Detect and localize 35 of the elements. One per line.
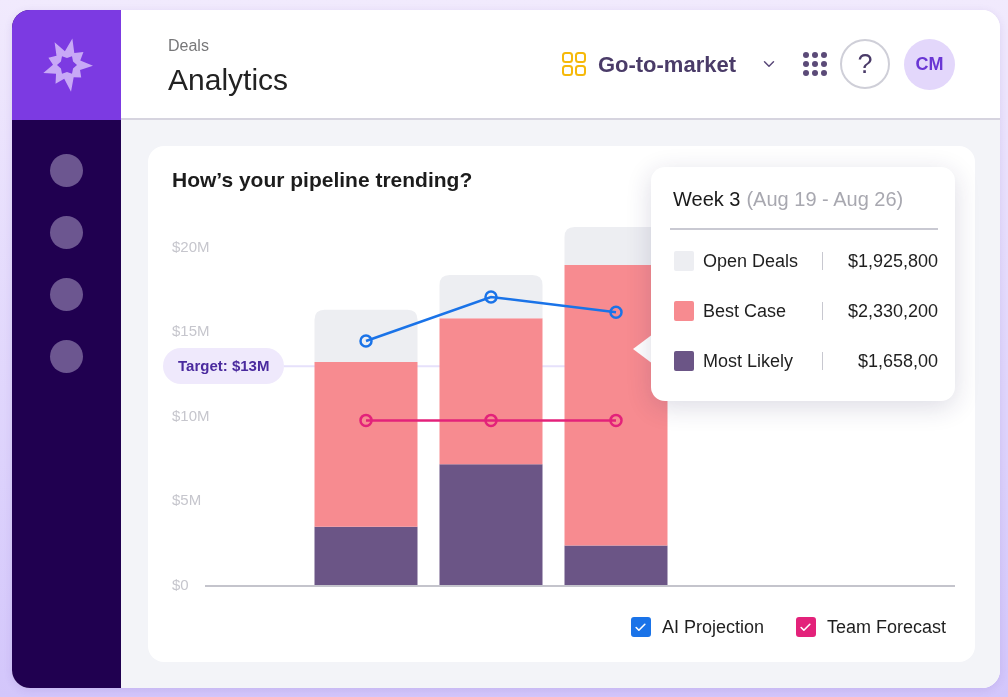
tooltip-value: $1,658,00 xyxy=(856,349,938,373)
data-point-marker xyxy=(609,305,623,319)
legend-toggle[interactable]: AI Projection xyxy=(630,617,764,637)
user-avatar[interactable]: CM xyxy=(904,38,955,90)
page-title: Analytics xyxy=(168,62,289,98)
tooltip-series-label: Open Deals xyxy=(703,249,800,273)
y-axis-label: $10M xyxy=(172,407,210,424)
apps-grid-icon xyxy=(803,52,827,76)
data-point-marker xyxy=(359,413,373,428)
y-axis-label: $0 xyxy=(172,575,189,593)
check-icon xyxy=(799,620,813,634)
tooltip-series-label: Best Case xyxy=(703,299,788,323)
apps-button[interactable] xyxy=(803,52,827,76)
tooltip-series-label: Most Likely xyxy=(703,349,795,373)
data-point-marker xyxy=(484,413,498,428)
legend-toggle[interactable]: Team Forecast xyxy=(795,617,946,637)
target-pill: Target: $13M xyxy=(163,348,285,385)
y-axis-label: $15M xyxy=(172,322,210,340)
tooltip-title: Week 3 xyxy=(673,187,741,211)
workspace-dropdown[interactable]: Go-to-market xyxy=(561,47,778,81)
data-point-marker xyxy=(484,290,498,304)
checkbox[interactable] xyxy=(795,617,816,637)
tooltip-value: $1,925,800 xyxy=(846,249,938,273)
y-axis-label: $5M xyxy=(172,491,202,509)
checkbox[interactable] xyxy=(630,617,651,637)
data-point-marker xyxy=(609,413,623,428)
tooltip-date-range: (Aug 19 - Aug 26) xyxy=(746,187,904,211)
data-point-marker xyxy=(359,334,373,348)
y-axis-label: $20M xyxy=(172,238,210,255)
tooltip-value: $2,330,200 xyxy=(846,299,938,323)
four-squares-icon xyxy=(561,52,586,76)
breadcrumb-label: Deals xyxy=(168,36,210,56)
card-title: How’s your pipeline trending? xyxy=(171,167,473,193)
help-button[interactable]: ? xyxy=(840,39,890,89)
check-icon xyxy=(634,620,648,634)
